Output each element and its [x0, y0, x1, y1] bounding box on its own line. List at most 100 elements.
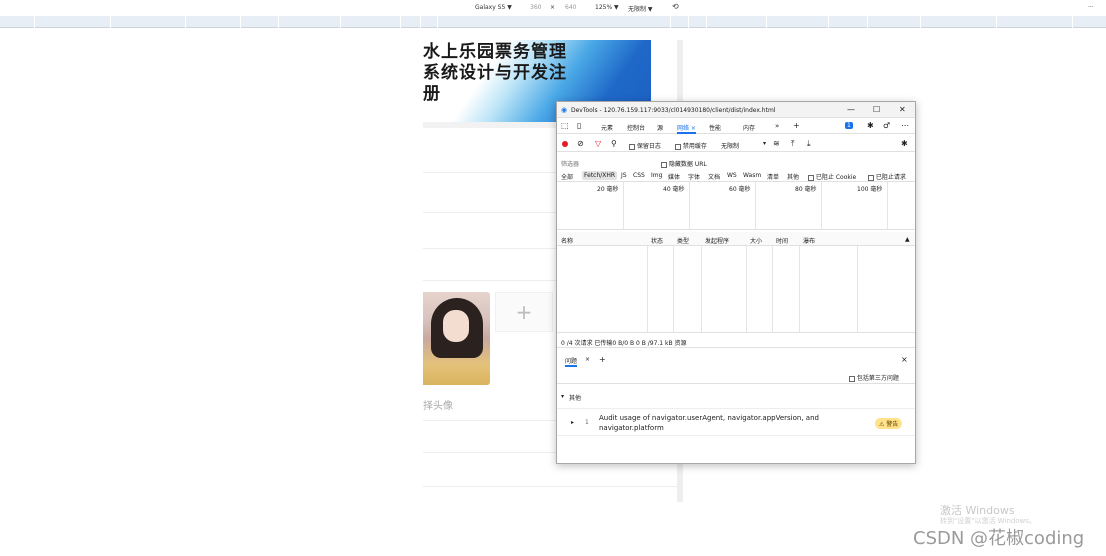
blocked-requests-checkbox[interactable]: 已阻止请求 — [868, 172, 906, 181]
request-summary: 0 /4 次请求 已传输0 B/0 B 0 B /97.1 kB 资源 — [561, 340, 687, 347]
col-status[interactable]: 状态 — [651, 236, 663, 245]
add-avatar-button[interactable]: + — [495, 292, 553, 332]
type-media[interactable]: 媒体 — [668, 172, 680, 181]
issue-text: Audit usage of navigator.userAgent, navi… — [599, 414, 819, 432]
more-tabs-icon[interactable]: » — [775, 122, 779, 130]
timeline-tick: 20 毫秒 — [597, 186, 619, 193]
add-tab-icon[interactable]: + — [793, 121, 800, 130]
issue-count: 1 — [585, 419, 589, 426]
minimize-button[interactable]: — — [847, 105, 855, 114]
customize-icon[interactable]: ♂ — [883, 121, 890, 130]
type-css[interactable]: CSS — [633, 172, 645, 179]
menu-icon[interactable]: ⋯ — [901, 121, 909, 130]
request-table-body — [557, 246, 915, 332]
times-symbol: × — [550, 4, 556, 11]
issues-drawer-tabs: 问题 × + × — [557, 352, 915, 368]
type-manifest[interactable]: 清单 — [767, 172, 779, 181]
device-toolbar: Galaxy S5 ▼ 360 × 640 125% ▼ 无限制 ▼ ⟲ ··· — [0, 0, 1106, 16]
filter-input[interactable]: 筛选器 — [561, 159, 579, 168]
export-icon[interactable]: ⤓ — [807, 139, 811, 149]
timeline-tick: 60 毫秒 — [729, 186, 751, 193]
height-input[interactable]: 640 — [565, 4, 576, 11]
tab-performance[interactable]: 性能 — [709, 123, 721, 132]
close-button[interactable]: ✕ — [899, 105, 906, 114]
expand-icon[interactable]: ▾ — [561, 393, 564, 400]
issue-group[interactable]: ▾ 其他 — [557, 390, 915, 404]
disable-cache-checkbox[interactable]: 禁用缓存 — [675, 141, 707, 150]
tab-elements[interactable]: 元素 — [601, 123, 613, 132]
devtools-title: DevTools - 120.76.159.117:9033/cl0149301… — [571, 107, 776, 114]
avatar-label: 择头像 — [423, 401, 453, 412]
plus-icon: + — [515, 300, 533, 324]
timeline-tick: 100 毫秒 — [857, 186, 883, 193]
type-all[interactable]: 全部 — [561, 172, 573, 181]
network-status-bar: 0 /4 次请求 已传输0 B/0 B 0 B /97.1 kB 资源 — [557, 332, 915, 348]
type-doc[interactable]: 文档 — [708, 172, 720, 181]
issue-item[interactable]: ▸ 1 Audit usage of navigator.userAgent, … — [557, 408, 915, 436]
hide-data-urls-checkbox[interactable]: 隐藏数据 URL — [661, 159, 707, 168]
width-input[interactable]: 360 — [530, 4, 541, 11]
devtools-titlebar[interactable]: ◉ DevTools - 120.76.159.117:9033/cl01493… — [557, 102, 915, 118]
issue-group-label: 其他 — [569, 395, 582, 402]
devtools-tabbar: ⬚ ▯ 元素 控制台 源 网络 × 性能 内存 » + 1 ✱ ♂ ⋯ — [557, 118, 915, 134]
clear-icon[interactable]: ⊘ — [577, 139, 584, 148]
tab-network[interactable]: 网络 × — [677, 123, 696, 134]
preserve-log-checkbox[interactable]: 保留日志 — [629, 141, 661, 150]
add-drawer-tab-icon[interactable]: + — [599, 355, 606, 364]
media-query-ruler[interactable] — [0, 16, 1106, 28]
blocked-cookies-checkbox[interactable]: 已阻止 Cookie — [808, 172, 856, 181]
sort-up-icon[interactable]: ▲ — [905, 236, 910, 243]
col-type[interactable]: 类型 — [677, 236, 689, 245]
avatar[interactable] — [423, 292, 490, 385]
tab-issues[interactable]: 问题 — [565, 356, 578, 367]
tab-console[interactable]: 控制台 — [627, 123, 645, 132]
zoom-select[interactable]: 125% ▼ — [595, 4, 619, 11]
rotate-icon[interactable]: ⟲ — [672, 2, 679, 11]
type-other[interactable]: 其他 — [787, 172, 799, 181]
col-initiator[interactable]: 发起程序 — [705, 236, 729, 245]
gear-icon[interactable]: ✱ — [867, 121, 874, 130]
throttle-select[interactable]: 无限制 ▼ — [628, 4, 653, 13]
col-waterfall[interactable]: 瀑布 — [803, 236, 815, 245]
include-third-party-checkbox[interactable]: 包括第三方问题 — [849, 373, 899, 382]
csdn-watermark: CSDN @花椒coding — [913, 528, 1085, 549]
more-options-icon[interactable]: ··· — [1088, 4, 1094, 11]
network-settings-icon[interactable]: ✱ — [901, 139, 908, 148]
type-js[interactable]: JS — [621, 172, 627, 179]
tab-memory[interactable]: 内存 — [743, 123, 755, 132]
type-fetch-xhr[interactable]: Fetch/XHR — [582, 171, 618, 180]
dropdown-arrow-icon[interactable]: ▾ — [763, 140, 766, 147]
col-size[interactable]: 大小 — [750, 236, 762, 245]
search-icon[interactable]: ⚲ — [611, 139, 617, 148]
inspect-icon[interactable]: ⬚ — [561, 121, 569, 130]
close-drawer-icon[interactable]: × — [901, 355, 908, 364]
record-icon[interactable] — [562, 141, 568, 147]
wifi-icon[interactable]: ≋ — [773, 139, 780, 148]
type-ws[interactable]: WS — [727, 172, 737, 179]
warning-badge: ⚠ 警告 — [875, 418, 903, 429]
filter-row: 筛选器 隐藏数据 URL — [557, 154, 915, 170]
divider — [423, 486, 683, 487]
devtools-window: ◉ DevTools - 120.76.159.117:9033/cl01493… — [556, 101, 916, 464]
edge-icon: ◉ — [561, 106, 568, 114]
device-toggle-icon[interactable]: ▯ — [577, 121, 581, 130]
type-font[interactable]: 字体 — [688, 172, 700, 181]
timeline-tick: 80 毫秒 — [795, 186, 817, 193]
close-tab-icon[interactable]: × — [585, 356, 590, 363]
device-select[interactable]: Galaxy S5 ▼ — [475, 4, 512, 11]
collapse-icon[interactable]: ▸ — [571, 419, 574, 426]
import-icon[interactable]: ⤒ — [791, 139, 795, 149]
type-wasm[interactable]: Wasm — [743, 172, 761, 179]
filter-icon[interactable]: ▽ — [595, 139, 601, 148]
col-name[interactable]: 名称 — [561, 236, 573, 245]
network-throttle-select[interactable]: 无限制 — [721, 141, 739, 150]
maximize-button[interactable]: ☐ — [873, 105, 880, 114]
issues-badge[interactable]: 1 — [845, 122, 853, 129]
request-table-header: 名称 状态 类型 发起程序 大小 时间 瀑布 ▲ — [557, 232, 915, 246]
tab-sources[interactable]: 源 — [657, 123, 663, 132]
timeline-overview[interactable]: 20 毫秒 40 毫秒 60 毫秒 80 毫秒 100 毫秒 — [557, 182, 915, 230]
type-img[interactable]: Img — [651, 172, 662, 179]
type-filter-row: 全部 Fetch/XHR JS CSS Img 媒体 字体 文档 WS Wasm… — [557, 170, 915, 182]
issues-options-row: 包括第三方问题 — [557, 370, 915, 384]
col-time[interactable]: 时间 — [776, 236, 788, 245]
